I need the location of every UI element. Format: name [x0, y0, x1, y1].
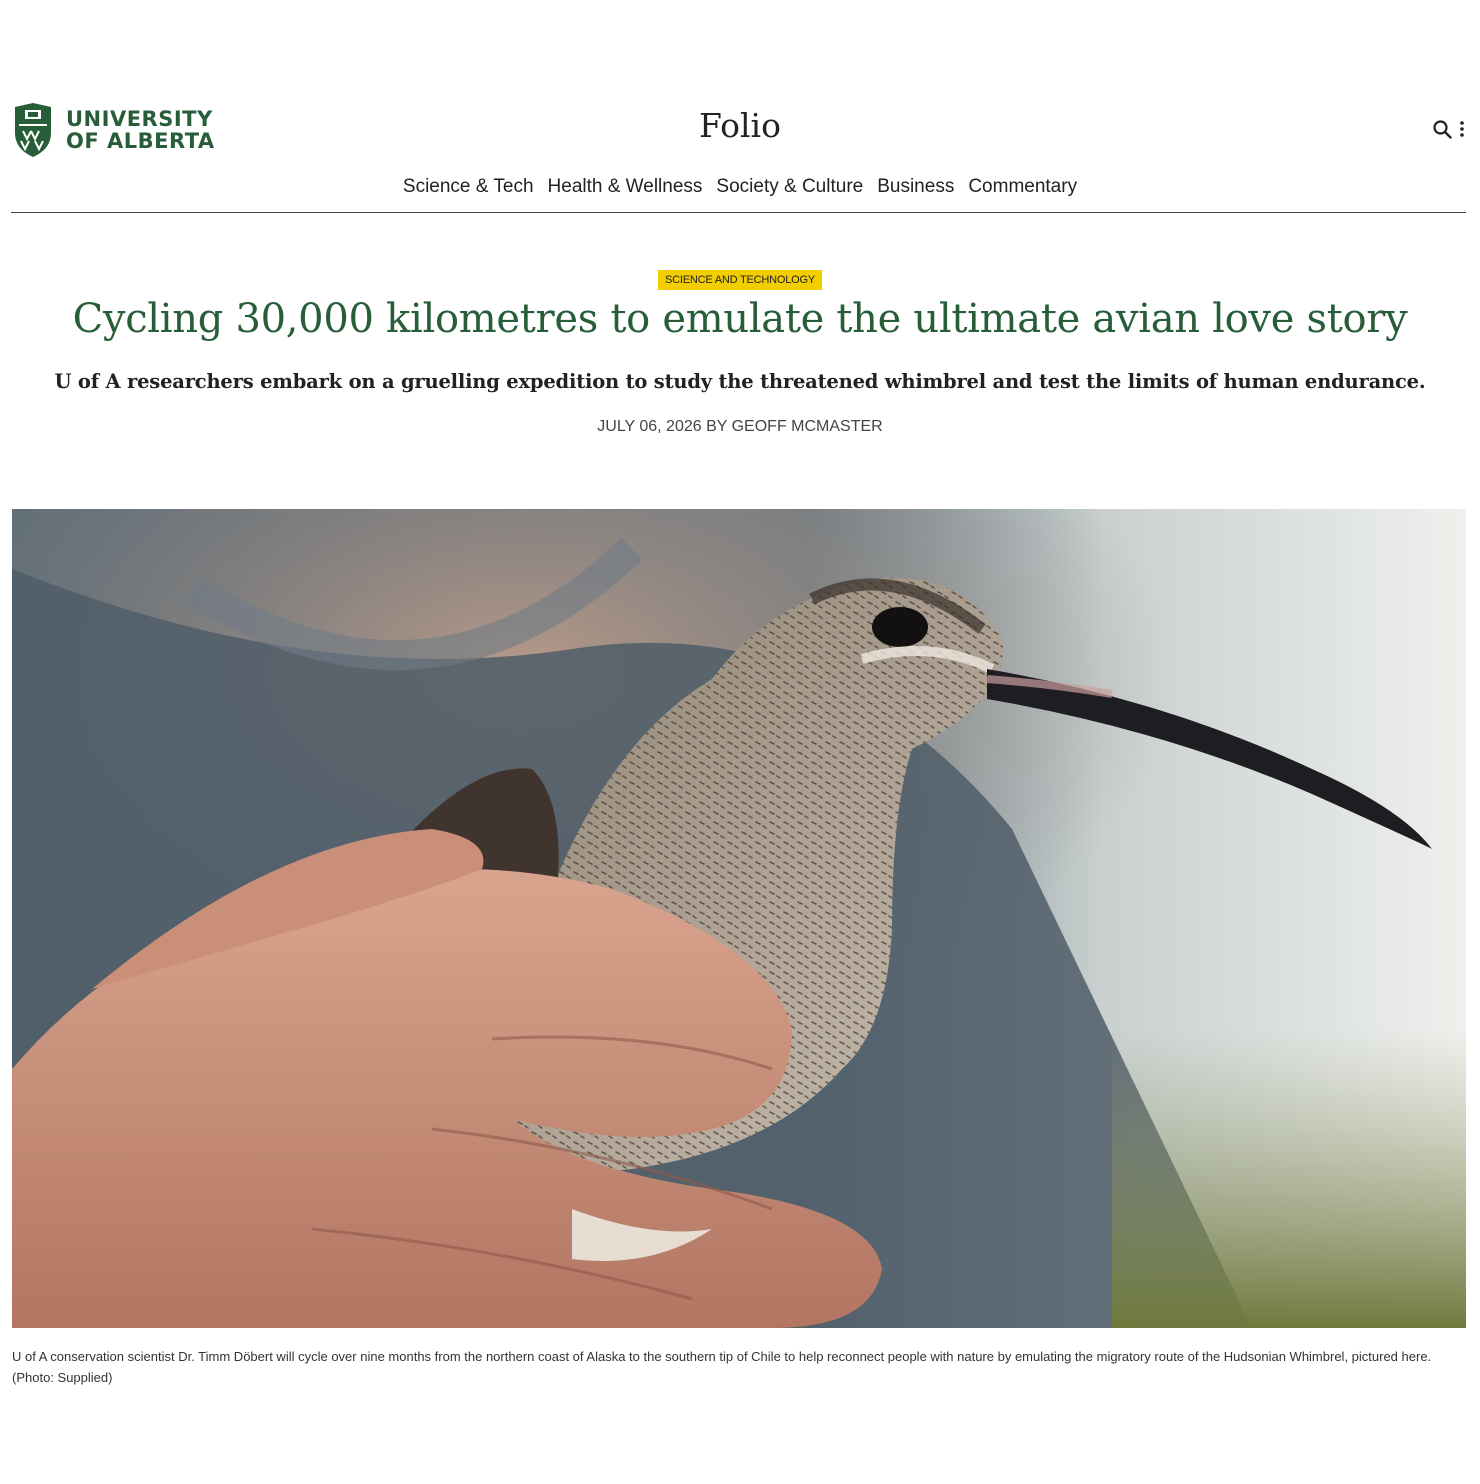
- header-tools: [1432, 119, 1466, 139]
- byline-by: BY: [706, 418, 728, 435]
- author-name[interactable]: GEOFF MCMASTER: [732, 418, 883, 435]
- article-subtitle: U of A researchers embark on a gruelling…: [54, 370, 1426, 393]
- more-menu-button[interactable]: [1458, 119, 1466, 139]
- category-badge-wrap: SCIENCE AND TECHNOLOGY: [0, 270, 1480, 290]
- site-title-container: Folio: [0, 106, 1480, 145]
- header-divider: [11, 212, 1466, 213]
- nav-society-culture[interactable]: Society & Culture: [716, 176, 863, 198]
- nav-health-wellness[interactable]: Health & Wellness: [548, 176, 703, 198]
- nav-science-tech[interactable]: Science & Tech: [403, 176, 534, 198]
- image-caption: U of A conservation scientist Dr. Timm D…: [12, 1349, 1432, 1385]
- whimbrel-photo: [12, 509, 1466, 1328]
- search-button[interactable]: [1432, 119, 1452, 139]
- nav-commentary[interactable]: Commentary: [968, 176, 1077, 198]
- byline: JULY 06, 2026 BY GEOFF MCMASTER: [0, 418, 1480, 436]
- main-nav: Science & Tech Health & Wellness Society…: [0, 176, 1480, 198]
- category-badge[interactable]: SCIENCE AND TECHNOLOGY: [657, 270, 823, 290]
- site-title[interactable]: Folio: [699, 106, 781, 145]
- search-icon: [1432, 119, 1452, 139]
- more-vertical-icon: [1460, 121, 1464, 137]
- publish-date: JULY 06, 2026: [597, 418, 702, 435]
- article-title: Cycling 30,000 kilometres to emulate the…: [72, 296, 1408, 342]
- nav-business[interactable]: Business: [877, 176, 954, 198]
- hero-image: [12, 509, 1466, 1328]
